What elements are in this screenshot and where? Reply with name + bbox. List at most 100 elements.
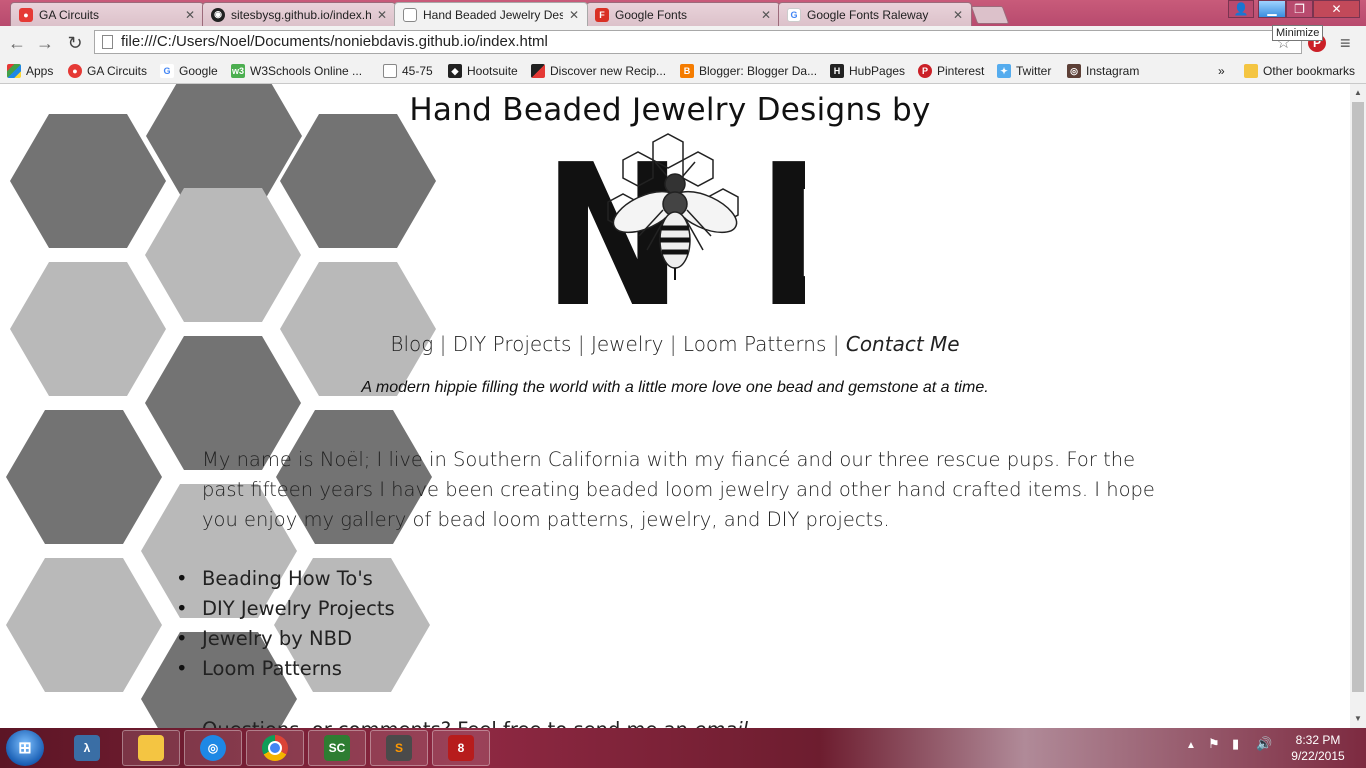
powershell-icon[interactable]: λ	[58, 730, 116, 766]
other-bookmarks[interactable]: Other bookmarks	[1244, 62, 1355, 80]
tab-sitesbysg[interactable]: ◉ sitesbysg.github.io/index.h ✕	[202, 2, 396, 26]
volume-icon[interactable]: 🔊	[1256, 736, 1272, 752]
hexagon-tile	[145, 188, 301, 322]
paint-shop-pro-icon[interactable]: 8	[432, 730, 490, 766]
pinterest-icon: P	[918, 64, 932, 78]
new-tab-button[interactable]	[970, 6, 1010, 24]
sc-app-label: SC	[324, 735, 350, 761]
vertical-scrollbar[interactable]: ▲ ▼	[1350, 84, 1366, 728]
email-link[interactable]: email	[694, 718, 748, 728]
browser-toolbar: ← → ↻ file:///C:/Users/Noel/Documents/no…	[0, 26, 1366, 60]
page-icon	[403, 7, 417, 22]
hubpages-icon: H	[830, 64, 844, 78]
bookmark-instagram[interactable]: ◎ Instagram	[1067, 62, 1139, 80]
tab-title: GA Circuits	[39, 7, 100, 22]
nbd-bee-logo: N D	[543, 132, 805, 314]
blogger-icon: B	[680, 64, 694, 78]
twitter-icon: ✦	[997, 64, 1011, 78]
nav-separator: |	[577, 332, 585, 356]
tab-ga-circuits[interactable]: ● GA Circuits ✕	[10, 2, 204, 26]
start-button[interactable]: ⊞	[6, 730, 44, 766]
file-explorer-icon[interactable]	[122, 730, 180, 766]
bookmark-label: Instagram	[1086, 64, 1140, 78]
page-icon	[102, 35, 113, 49]
bookmark-recipes[interactable]: Discover new Recip...	[531, 62, 666, 80]
logo-letter-d: D	[757, 132, 805, 314]
close-window-button[interactable]: ✕	[1313, 0, 1360, 18]
nav-diy-projects[interactable]: DIY Projects	[453, 332, 572, 356]
close-icon[interactable]: ✕	[953, 8, 963, 22]
intro-paragraph: My name is Noël; I live in Southern Cali…	[202, 448, 1155, 531]
tab-google-fonts[interactable]: F Google Fonts ✕	[586, 2, 780, 26]
scroll-down-icon[interactable]: ▼	[1354, 714, 1362, 723]
sc-app-icon[interactable]: SC	[308, 730, 366, 766]
link-loom-patterns[interactable]: Loom Patterns	[202, 657, 342, 680]
clock-date: 9/22/2015	[1291, 749, 1345, 763]
w3schools-icon: w3	[231, 64, 245, 78]
tab-title: Google Fonts	[615, 7, 688, 22]
reload-icon[interactable]: ↻	[64, 32, 86, 54]
forward-icon[interactable]: →	[34, 32, 56, 54]
nav-separator: |	[439, 332, 447, 356]
bookmark-label: Other bookmarks	[1263, 64, 1356, 78]
page-title: Hand Beaded Jewelry Designs by	[409, 92, 931, 128]
chrome-icon[interactable]	[246, 730, 304, 766]
bookmark-label: Twitter	[1016, 64, 1052, 78]
hootsuite-icon: ◆	[448, 64, 462, 78]
nav-blog[interactable]: Blog	[390, 332, 433, 356]
bookmark-label: GA Circuits	[87, 64, 148, 78]
ga-circuits-icon: ●	[68, 64, 82, 78]
recipe-icon	[531, 64, 545, 78]
bookmark-twitter[interactable]: ✦ Twitter	[997, 62, 1051, 80]
bookmark-hubpages[interactable]: H HubPages	[830, 62, 905, 80]
close-icon[interactable]: ✕	[761, 8, 771, 22]
power-icon[interactable]: ▮	[1232, 736, 1239, 752]
close-icon[interactable]: ✕	[377, 8, 387, 22]
back-icon[interactable]: ←	[6, 32, 28, 54]
google-icon: G	[160, 64, 174, 78]
folder-icon	[1244, 64, 1258, 78]
github-icon: ◉	[211, 7, 225, 22]
close-icon[interactable]: ✕	[185, 8, 195, 22]
tab-google-fonts-raleway[interactable]: G Google Fonts Raleway ✕	[778, 2, 972, 26]
nav-jewelry[interactable]: Jewelry	[591, 332, 663, 356]
bookmark-google[interactable]: G Google	[160, 62, 218, 80]
psp-label: 8	[448, 735, 474, 761]
address-bar[interactable]: file:///C:/Users/Noel/Documents/noniebda…	[94, 30, 1302, 54]
action-center-icon[interactable]: ⚑	[1208, 736, 1220, 752]
scroll-thumb[interactable]	[1352, 102, 1364, 692]
ga-circuits-icon: ●	[19, 7, 33, 22]
link-beading-how-tos[interactable]: Beading How To's	[202, 567, 373, 590]
nav-loom-patterns[interactable]: Loom Patterns	[683, 332, 826, 356]
bookmark-w3schools[interactable]: w3 W3Schools Online ...	[231, 62, 362, 80]
tab-title: sitesbysg.github.io/index.h	[231, 7, 371, 22]
bookmark-apps[interactable]: Apps	[7, 62, 53, 80]
bookmark-blogger[interactable]: B Blogger: Blogger Da...	[680, 62, 817, 80]
bookmark-pinterest[interactable]: P Pinterest	[918, 62, 984, 80]
scroll-up-icon[interactable]: ▲	[1354, 88, 1362, 97]
bookmark-ga-circuits[interactable]: ● GA Circuits	[68, 62, 147, 80]
contact-text: Questions, or comments? Feel free to sen…	[202, 718, 694, 728]
tray-expand-icon[interactable]: ▲	[1186, 740, 1196, 751]
chrome-menu-icon[interactable]: ≡	[1340, 33, 1351, 54]
nav-separator: |	[669, 332, 677, 356]
link-diy-jewelry-projects[interactable]: DIY Jewelry Projects	[202, 597, 395, 620]
bookmarks-overflow-button[interactable]: »	[1218, 62, 1225, 80]
maximize-button[interactable]: ❐	[1286, 0, 1313, 18]
close-icon[interactable]: ✕	[569, 8, 579, 22]
category-links: Beading How To's DIY Jewelry Projects Je…	[176, 564, 395, 684]
bookmark-hootsuite[interactable]: ◆ Hootsuite	[448, 62, 518, 80]
tagline: A modern hippie filling the world with a…	[361, 379, 989, 396]
tab-hand-beaded-jewelry[interactable]: Hand Beaded Jewelry Des ✕	[394, 2, 588, 26]
profile-icon[interactable]: 👤	[1228, 0, 1254, 18]
sublime-text-icon[interactable]: S	[370, 730, 428, 766]
bookmark-45-75[interactable]: 45-75	[383, 62, 433, 80]
tab-strip: ● GA Circuits ✕ ◉ sitesbysg.github.io/in…	[0, 0, 1366, 26]
system-clock[interactable]: 8:32 PM 9/22/2015	[1278, 732, 1358, 764]
link-jewelry-by-nbd[interactable]: Jewelry by NBD	[202, 627, 352, 650]
minimize-tooltip: Minimize	[1272, 25, 1324, 41]
apps-grid-icon	[7, 64, 21, 78]
minimize-button[interactable]: ▁	[1258, 0, 1286, 18]
nav-contact-me[interactable]: Contact Me	[846, 332, 960, 356]
network-icon[interactable]: ◎	[184, 730, 242, 766]
